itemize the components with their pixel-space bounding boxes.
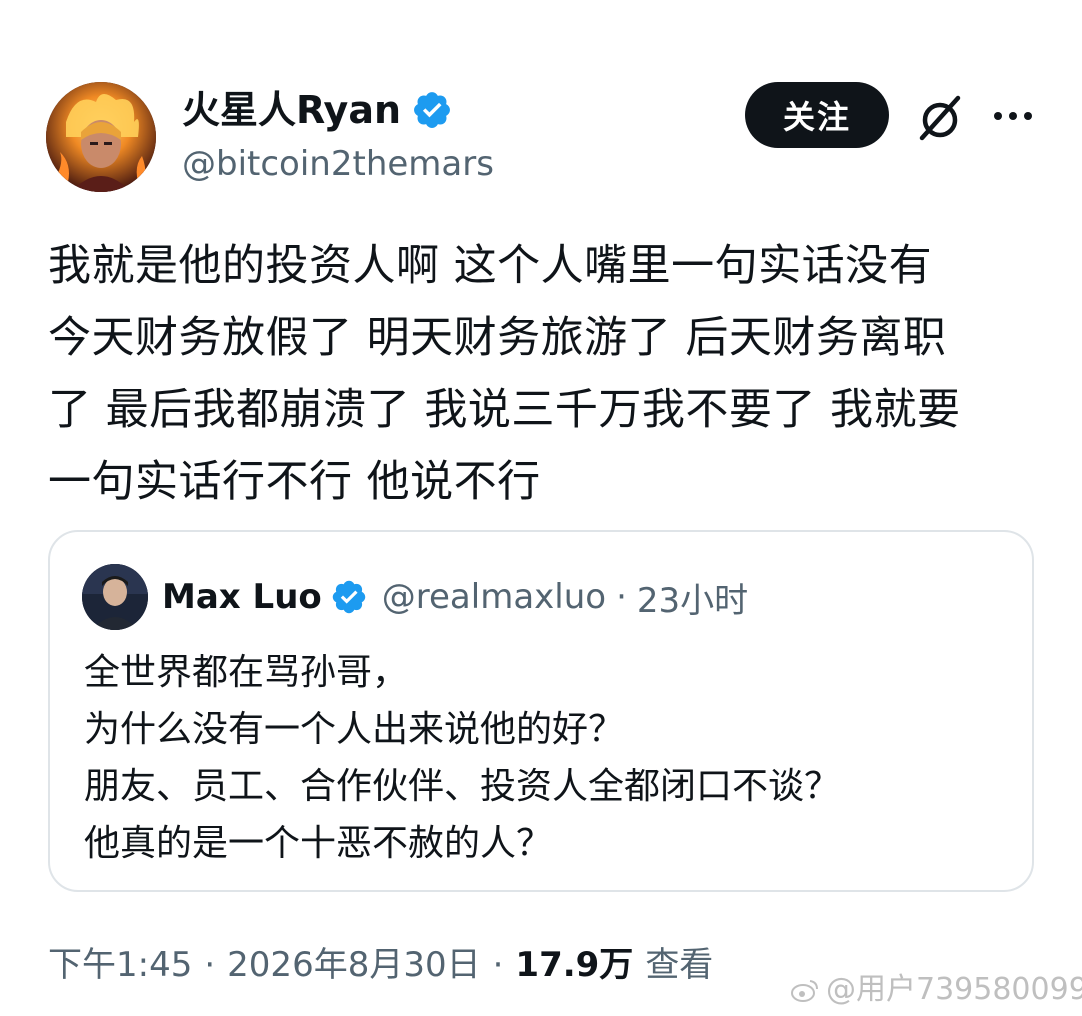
tweet-text-line: 了 最后我都崩溃了 我说三千万我不要了 我就要 xyxy=(48,385,961,435)
views-count[interactable]: 17.9万 xyxy=(515,940,633,990)
meta-separator-dot: · xyxy=(204,945,216,985)
tweet-time[interactable]: 下午1:45 xyxy=(48,940,192,990)
quote-text-line: 全世界都在骂孙哥， xyxy=(84,652,409,693)
verified-badge-icon xyxy=(414,92,450,128)
tweet-date[interactable]: 2026年8月30日 xyxy=(227,940,480,990)
tweet-text-line: 今天财务放假了 明天财务旅游了 后天财务离职 xyxy=(48,313,947,363)
tweet-text-line: 一句实话行不行 他说不行 xyxy=(48,457,541,507)
author-display-name[interactable]: 火星人Ryan xyxy=(182,86,401,134)
quote-verified-badge-icon xyxy=(332,580,366,614)
quote-separator-dot: · xyxy=(616,577,627,617)
author-display-name-row[interactable]: 火星人Ryan xyxy=(182,86,453,134)
quote-header: Max Luo @realmaxluo · 23小时 xyxy=(162,572,748,622)
quote-author-name[interactable]: Max Luo xyxy=(162,577,322,617)
quote-author-handle[interactable]: @realmaxluo xyxy=(382,577,606,617)
quote-author-avatar-image xyxy=(82,564,148,630)
weibo-logo-icon xyxy=(791,980,818,1002)
fire-character-avatar-image xyxy=(46,82,156,192)
quoted-tweet-card[interactable]: Max Luo @realmaxluo · 23小时 全世界都在骂孙哥， 为什么… xyxy=(48,530,1034,892)
author-avatar[interactable] xyxy=(46,82,156,192)
tweet-meta: 下午1:45 · 2026年8月30日 · 17.9万 查看 xyxy=(48,940,713,990)
meta-separator-dot: · xyxy=(492,945,504,985)
more-horizontal-icon[interactable] xyxy=(990,96,1036,136)
quote-author-avatar[interactable] xyxy=(82,564,148,630)
quote-text-line: 朋友、员工、合作伙伴、投资人全都闭口不谈？ xyxy=(84,766,841,807)
tweet-text-line: 我就是他的投资人啊 这个人嘴里一句实话没有 xyxy=(48,241,933,291)
quote-timestamp[interactable]: 23小时 xyxy=(637,573,748,622)
grok-icon[interactable] xyxy=(912,90,968,146)
quote-text-line: 为什么没有一个人出来说他的好？ xyxy=(84,709,625,750)
watermark: @用户7395800999 xyxy=(790,970,1082,1010)
quote-text: 全世界都在骂孙哥， 为什么没有一个人出来说他的好？ 朋友、员工、合作伙伴、投资人… xyxy=(84,644,840,872)
follow-button[interactable]: 关注 xyxy=(745,82,889,148)
quote-text-line: 他真的是一个十恶不赦的人？ xyxy=(84,823,553,864)
author-handle[interactable]: @bitcoin2themars xyxy=(182,142,494,186)
views-label[interactable]: 查看 xyxy=(645,940,713,990)
tweet-text: 我就是他的投资人啊 这个人嘴里一句实话没有 今天财务放假了 明天财务旅游了 后天… xyxy=(48,230,1028,518)
watermark-text: @用户7395800999 xyxy=(826,972,1082,1007)
